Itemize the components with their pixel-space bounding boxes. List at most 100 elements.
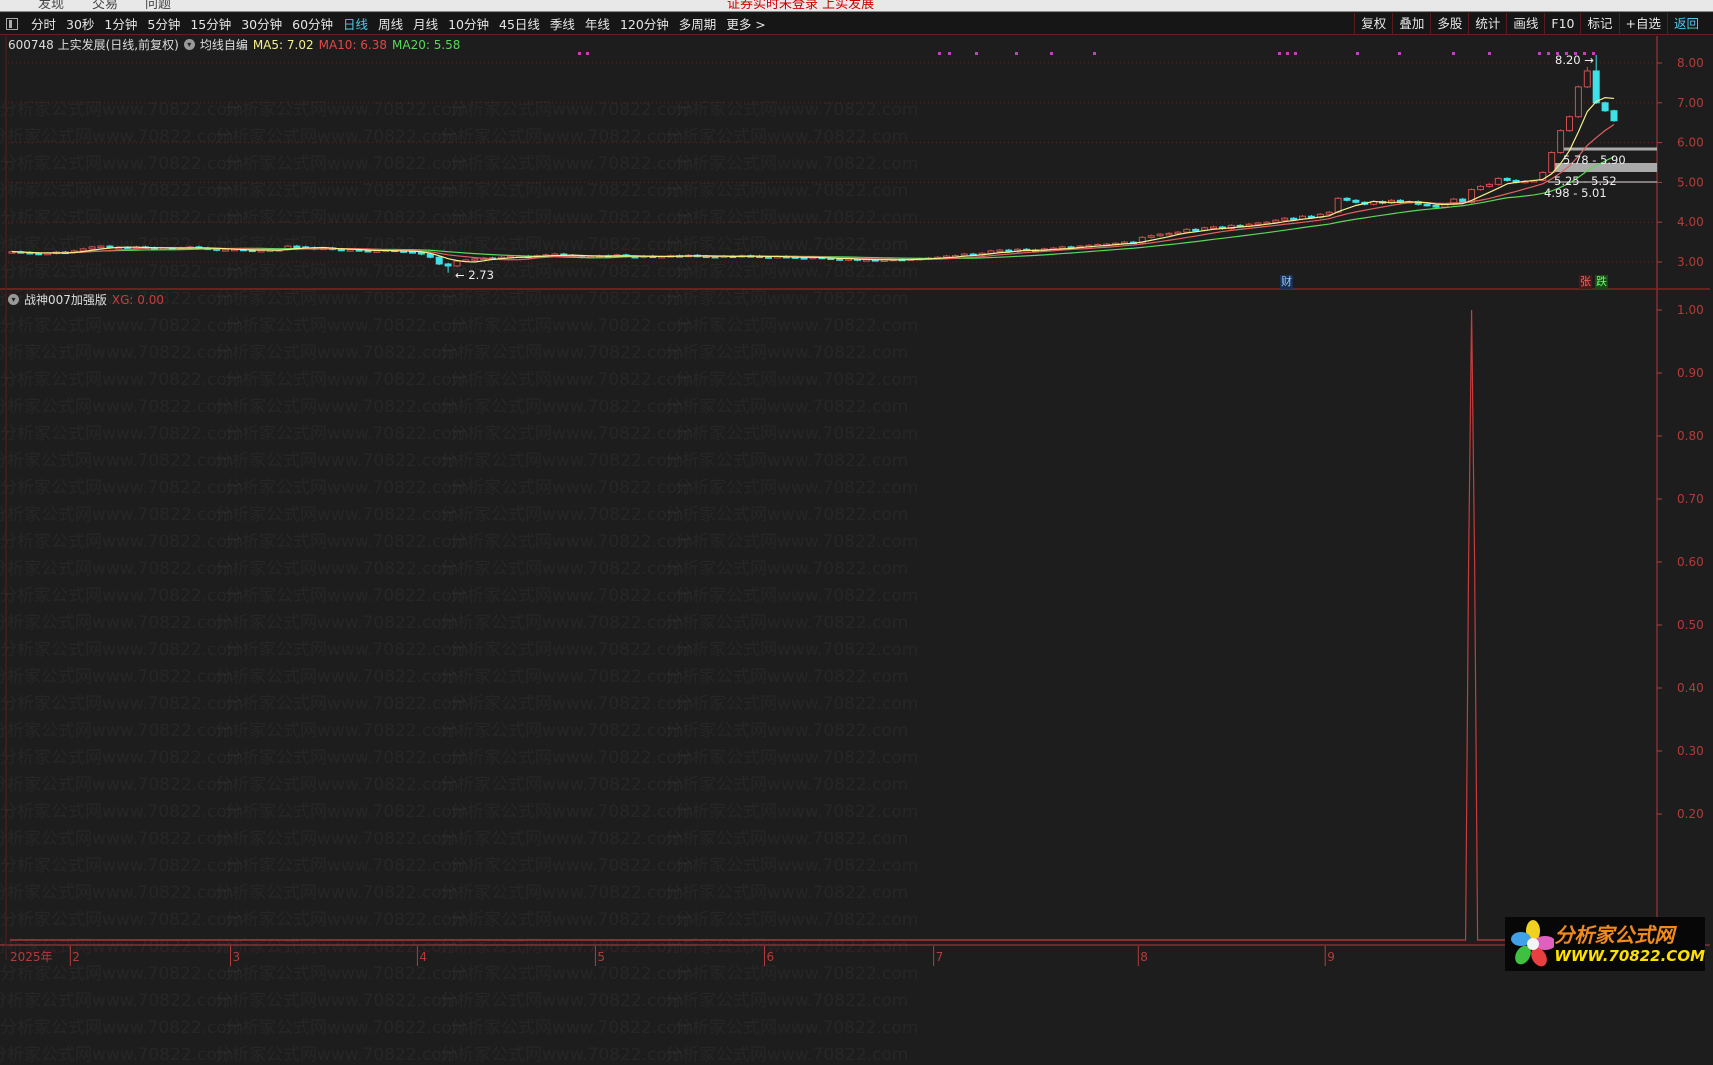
watermark-text: 分析家公式网www.70822.com xyxy=(665,1040,908,1065)
indicator-y-tick-label: 0.50 xyxy=(1677,618,1704,632)
candle-body xyxy=(1432,204,1440,208)
candle-body xyxy=(1165,232,1173,236)
signal-dot xyxy=(578,52,581,55)
watermark-text: 分析家公式网www.70822.com xyxy=(440,986,683,1011)
logo-url: WWW.70822.COM xyxy=(1554,947,1705,965)
x-axis-label: 5 xyxy=(597,950,605,964)
indicator-name[interactable]: 战神007加强版 xyxy=(24,291,107,308)
candle-body xyxy=(996,249,1004,253)
y-tick-label: 3.00 xyxy=(1677,255,1704,269)
indicator-y-tick-label: 1.00 xyxy=(1677,303,1704,317)
x-axis-label: 2025年 xyxy=(10,950,53,964)
chevron-down-icon[interactable]: ▾ xyxy=(8,294,19,305)
y-tick-label: 6.00 xyxy=(1677,136,1704,150)
indicator-y-tick-label: 0.30 xyxy=(1677,744,1704,758)
signal-dot xyxy=(1538,52,1541,55)
candle-body xyxy=(1343,197,1351,201)
watermark-text: 分析家公式网www.70822.com xyxy=(215,1040,458,1065)
watermark-text: 分析家公式网www.70822.com xyxy=(0,986,233,1011)
x-axis-label: 7 xyxy=(936,950,944,964)
candle-body xyxy=(88,246,96,250)
xg-indicator-line xyxy=(10,309,1657,941)
watermark-text: 分析家公式网www.70822.com xyxy=(665,986,908,1011)
level-label: 5.78 - 5.90 xyxy=(1563,153,1626,167)
low-value: 2.73 xyxy=(468,268,494,282)
candle-body xyxy=(1610,110,1618,122)
candle-body xyxy=(1325,211,1333,215)
indicator-y-tick-label: 0.60 xyxy=(1677,555,1704,569)
candle-body xyxy=(79,248,87,252)
ma10-line xyxy=(11,123,1615,261)
x-axis-label: 3 xyxy=(233,950,241,964)
ma20-line xyxy=(11,156,1615,260)
candle-body xyxy=(293,245,301,249)
candle-body xyxy=(1548,152,1556,173)
candle-body xyxy=(1210,226,1217,229)
y-tick-label: 7.00 xyxy=(1677,96,1704,110)
candle-body xyxy=(800,257,808,260)
finance-badge[interactable]: 财 xyxy=(1280,275,1293,289)
signal-dot xyxy=(1547,52,1550,55)
candle-body xyxy=(35,252,43,256)
signal-dot xyxy=(1398,52,1401,55)
candle-body xyxy=(836,258,844,261)
candle-body xyxy=(471,258,479,261)
candle-body xyxy=(1494,177,1502,185)
signal-dot xyxy=(1488,52,1491,55)
limit-up-badge[interactable]: 张 xyxy=(1579,275,1592,289)
watermark-text: 分析家公式网www.70822.com xyxy=(225,1013,468,1038)
candle-body xyxy=(346,249,354,252)
x-axis-label: 8 xyxy=(1140,950,1148,964)
indicator-value: XG: 0.00 xyxy=(111,292,165,307)
candle-body xyxy=(1254,222,1262,225)
candle-body xyxy=(409,251,416,254)
candle-body xyxy=(1503,177,1511,181)
indicator-y-tick-label: 0.70 xyxy=(1677,492,1704,506)
candle-body xyxy=(1272,219,1280,223)
candle-body xyxy=(1423,203,1431,207)
x-axis-label: 9 xyxy=(1327,950,1335,964)
candle-body xyxy=(1147,235,1155,238)
y-tick-label: 5.00 xyxy=(1677,175,1704,189)
signal-dot xyxy=(938,52,941,55)
indicator-y-tick-label: 0.80 xyxy=(1677,429,1704,443)
candle-body xyxy=(1583,70,1591,88)
candle-body xyxy=(1557,130,1565,154)
site-logo: 分析家公式网 WWW.70822.COM xyxy=(1505,917,1705,971)
candle-body xyxy=(1566,116,1573,132)
x-axis-label: 4 xyxy=(419,950,427,964)
signal-dot xyxy=(1050,52,1053,55)
candle-body xyxy=(257,249,265,253)
signal-dot xyxy=(948,52,951,55)
candle-body xyxy=(1477,185,1484,191)
logo-text: 分析家公式网 xyxy=(1554,923,1675,947)
watermark-text: 分析家公式网www.70822.com xyxy=(675,1013,918,1038)
indicator-y-tick-label: 0.40 xyxy=(1677,681,1704,695)
chart-canvas[interactable]: 8.00 7.00 6.00 5.00 4.00 3.00 1.00 0.90 0.80 0.70… xyxy=(0,0,1713,973)
candle-body xyxy=(960,253,968,257)
candle-body xyxy=(444,263,452,267)
candle-body xyxy=(453,260,461,267)
limit-down-badge[interactable]: 跌 xyxy=(1595,275,1608,289)
watermark-text: 分析家公式网www.70822.com xyxy=(440,1040,683,1065)
candle-body xyxy=(1156,233,1164,237)
x-axis-label: 2 xyxy=(72,950,80,964)
candle-body xyxy=(97,245,105,249)
signal-dot xyxy=(1286,52,1289,55)
watermark-text: 分析家公式网www.70822.com xyxy=(0,1040,233,1065)
high-value: 8.20 xyxy=(1555,53,1581,67)
indicator-y-tick-label: 0.90 xyxy=(1677,366,1704,380)
candle-body xyxy=(1174,231,1182,235)
y-tick-label: 4.00 xyxy=(1677,215,1704,229)
candle-body xyxy=(1459,198,1467,203)
watermark-text: 分析家公式网www.70822.com xyxy=(450,1013,693,1038)
candle-body xyxy=(435,256,443,265)
watermark-text: 分析家公式网www.70822.com xyxy=(0,1013,243,1038)
candle-body xyxy=(373,250,381,253)
signal-dot xyxy=(1015,52,1018,55)
indicator-y-tick-label: 0.20 xyxy=(1677,807,1704,821)
y-tick-label: 8.00 xyxy=(1677,56,1704,70)
candle-body xyxy=(1352,199,1360,203)
x-axis-label: 6 xyxy=(767,950,775,964)
candle-body xyxy=(222,249,230,252)
